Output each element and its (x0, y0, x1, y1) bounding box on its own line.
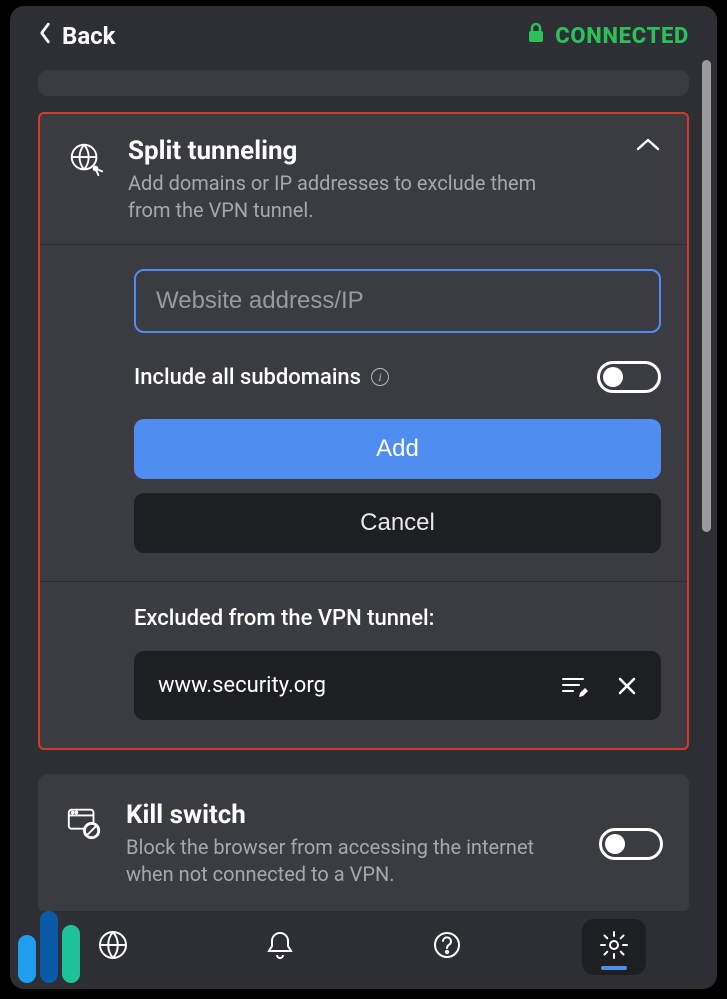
header: Back CONNECTED (10, 6, 717, 60)
bottom-nav (10, 911, 717, 989)
split-tunneling-subtitle: Add domains or IP addresses to exclude t… (128, 170, 558, 224)
kill-switch-card: Kill switch Block the browser from acces… (38, 774, 689, 911)
globe-network-icon (66, 140, 106, 178)
include-subdomains-label: Include all subdomains (134, 365, 361, 390)
excluded-label: Excluded from the VPN tunnel: (134, 606, 661, 631)
status-label: CONNECTED (555, 24, 689, 49)
nav-globe-button[interactable] (81, 919, 145, 975)
excluded-entry: www.security.org (134, 651, 661, 720)
app-window: Back CONNECTED (10, 6, 717, 989)
split-tunneling-card: Split tunneling Add domains or IP addres… (38, 112, 689, 750)
help-icon (432, 930, 462, 964)
address-input[interactable] (134, 269, 661, 333)
connection-status: CONNECTED (527, 22, 689, 50)
kill-switch-subtitle: Block the browser from accessing the int… (126, 834, 566, 888)
gear-icon (598, 929, 630, 965)
close-icon[interactable] (617, 676, 637, 696)
globe-icon (96, 928, 130, 966)
excluded-entry-domain: www.security.org (158, 673, 543, 698)
settings-scroll[interactable]: Split tunneling Add domains or IP addres… (10, 60, 717, 911)
include-subdomains-row: Include all subdomains i (134, 361, 661, 393)
nav-help-button[interactable] (415, 919, 479, 975)
bell-icon (265, 929, 295, 965)
split-tunneling-body: Include all subdomains i Add Cancel (40, 245, 687, 582)
kill-switch-title: Kill switch (126, 800, 566, 830)
cancel-button[interactable]: Cancel (134, 493, 661, 553)
split-tunneling-header[interactable]: Split tunneling Add domains or IP addres… (40, 114, 687, 245)
split-tunneling-title: Split tunneling (128, 136, 558, 166)
nav-settings-button[interactable] (582, 919, 646, 975)
chevron-left-icon (38, 22, 52, 50)
edit-list-icon[interactable] (561, 674, 589, 698)
add-button[interactable]: Add (134, 419, 661, 479)
browser-block-icon (64, 804, 104, 842)
scrollbar-thumb[interactable] (702, 60, 711, 532)
excluded-section: Excluded from the VPN tunnel: www.securi… (40, 582, 687, 748)
kill-switch-toggle[interactable] (599, 828, 663, 860)
previous-card-edge (38, 70, 689, 96)
nav-notifications-button[interactable] (248, 919, 312, 975)
decorative-bars (18, 911, 80, 983)
lock-icon (527, 22, 545, 50)
back-button[interactable]: Back (38, 22, 115, 50)
info-icon[interactable]: i (371, 368, 389, 386)
back-label: Back (62, 22, 115, 50)
include-subdomains-toggle[interactable] (597, 361, 661, 393)
chevron-up-icon (635, 136, 661, 154)
